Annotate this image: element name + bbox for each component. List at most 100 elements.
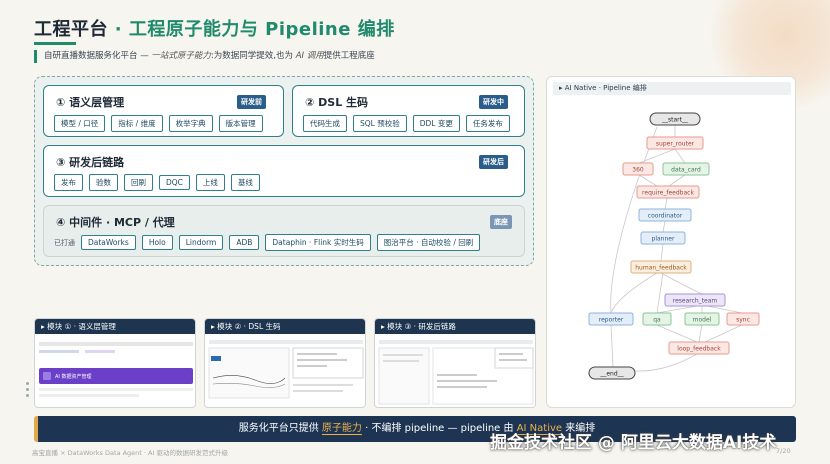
capability-chip[interactable]: 回刷 (124, 174, 153, 191)
thumbnail-title: ▸ 模块 ① · 语义层管理 (35, 319, 195, 334)
module-title: ② DSL 生码 (305, 96, 369, 109)
capability-chip[interactable]: 指标 / 维度 (111, 115, 163, 132)
module-title: ④ 中间件 · MCP / 代理 (56, 216, 175, 229)
edge (656, 272, 664, 314)
chip-list: 模型 / 口径 指标 / 维度 枚举字典 版本管理 (54, 115, 263, 132)
stage-badge: 研发后 (479, 155, 508, 169)
edge (664, 197, 668, 210)
capability-chip[interactable]: 任务发布 (465, 115, 510, 132)
capability-chip[interactable]: SQL 预校验 (353, 115, 407, 132)
svg-text:model: model (693, 317, 712, 324)
node-end[interactable]: __end__ (588, 366, 636, 380)
svg-text:reporter: reporter (599, 317, 624, 324)
thumbnail-post-dev[interactable]: ▸ 模块 ③ · 研发后链路 (374, 318, 536, 408)
dot[interactable] (26, 382, 29, 385)
node-coordinator[interactable]: coordinator (638, 208, 692, 222)
module-post-dev[interactable]: ③ 研发后链路 研发后 发布 验数 回刷 DQC 上线 基线 (43, 145, 525, 197)
pipeline-graph: __start__ super_router 360 data_card req… (588, 112, 760, 380)
capability-chip[interactable]: 代码生成 (303, 115, 347, 132)
page-dots (26, 382, 29, 397)
edge (668, 174, 686, 187)
svg-text:sync: sync (736, 317, 750, 324)
capability-chip[interactable]: Holo (141, 235, 173, 250)
footer-credit: 高宝直播 × DataWorks Data Agent · AI 驱动的数据研发… (32, 449, 228, 457)
node-qa[interactable]: qa (642, 312, 672, 326)
edge (660, 243, 664, 262)
edge (656, 305, 698, 314)
svg-text:coordinator: coordinator (648, 213, 683, 220)
node-planner[interactable]: planner (640, 231, 686, 245)
module-semantic-layer[interactable]: ① 语义层管理 研发前 模型 / 口径 指标 / 维度 枚举字典 版本管理 (43, 85, 284, 137)
node-start[interactable]: __start__ (649, 112, 701, 126)
page-number: 7/20 (776, 447, 791, 455)
capability-chip[interactable]: 模型 / 口径 (54, 115, 106, 132)
capability-chip[interactable]: 图治平台 · 自动校验 / 回刷 (376, 234, 481, 251)
thumbnail-title: ▸ 模块 ③ · 研发后链路 (375, 319, 535, 334)
capability-chip[interactable]: 基线 (230, 174, 260, 191)
capability-chip[interactable]: ADB (229, 235, 260, 250)
thumbnail-banner-text: AI 数据资产管理 (55, 373, 92, 380)
node-research-team[interactable]: research_team (664, 293, 726, 307)
node-360[interactable]: 360 (622, 162, 654, 176)
node-model[interactable]: model (684, 312, 720, 326)
edge (698, 324, 703, 343)
edge (610, 272, 658, 314)
svg-text:__start__: __start__ (661, 117, 689, 124)
edge (610, 324, 614, 368)
title-underline (34, 42, 76, 45)
svg-text:require_feedback: require_feedback (642, 190, 694, 197)
edge (704, 324, 743, 343)
chip-list: 发布 验数 回刷 DQC 上线 基线 (54, 174, 260, 191)
svg-text:qa: qa (653, 317, 661, 324)
capability-chip[interactable]: DataWorks (81, 235, 136, 250)
module-title: ③ 研发后链路 (56, 156, 125, 169)
thumbnail-preview (208, 340, 364, 399)
capability-chip[interactable]: DQC (159, 175, 190, 190)
pipeline-nodes: __start__ super_router 360 data_card req… (588, 112, 760, 380)
thumbnail-preview: AI 数据资产管理 (39, 342, 193, 397)
chip-list: 已打通 DataWorks Holo Lindorm ADB Dataphin … (54, 234, 481, 251)
node-reporter[interactable]: reporter (588, 312, 634, 326)
module-dsl-codegen[interactable]: ② DSL 生码 研发中 代码生成 SQL 预校验 DDL 变更 任务发布 (292, 85, 525, 137)
thumbnail-title: ▸ 模块 ② · DSL 生码 (205, 319, 365, 334)
capability-chip[interactable]: Dataphin · Flink 实时生码 (265, 234, 371, 251)
thumbnail-dsl-codegen[interactable]: ▸ 模块 ② · DSL 生码 (204, 318, 366, 408)
svg-text:loop_feedback: loop_feedback (677, 346, 721, 353)
svg-text:super_router: super_router (656, 141, 695, 148)
connected-label: 已打通 (54, 238, 75, 247)
capability-chip[interactable]: Lindorm (178, 235, 224, 250)
capability-chip[interactable]: 版本管理 (218, 115, 263, 132)
pipeline-panel: ▸ AI Native · Pipeline 编排 __start__ supe… (546, 76, 796, 408)
edge (660, 272, 703, 295)
svg-text:data_card: data_card (671, 167, 701, 174)
chip-list: 代码生成 SQL 预校验 DDL 变更 任务发布 (303, 115, 510, 132)
node-data-card[interactable]: data_card (662, 162, 710, 176)
stage-badge: 底座 (490, 215, 512, 229)
thumbnail-semantic-layer[interactable]: ▸ 模块 ① · 语义层管理 AI 数据资产管理 (34, 318, 196, 408)
stage-badge: 研发中 (479, 95, 508, 109)
dot[interactable] (26, 394, 29, 397)
svg-text:human_feedback: human_feedback (635, 265, 687, 272)
node-super-router[interactable]: super_router (646, 136, 704, 150)
node-human-feedback[interactable]: human_feedback (630, 260, 692, 274)
svg-text:360: 360 (632, 167, 644, 174)
capability-chip[interactable]: 上线 (195, 174, 225, 191)
edge (706, 305, 743, 314)
svg-text:__end__: __end__ (599, 371, 624, 378)
module-title: ① 语义层管理 (56, 96, 125, 109)
node-loop-feedback[interactable]: loop_feedback (668, 341, 730, 355)
svg-text:research_team: research_team (673, 298, 718, 305)
capability-chip[interactable]: 验数 (89, 174, 118, 191)
pipeline-edges (610, 125, 743, 372)
node-require-feedback[interactable]: require_feedback (636, 185, 700, 199)
node-sync[interactable]: sync (726, 312, 760, 326)
capability-chip[interactable]: 发布 (54, 174, 83, 191)
svg-text:planner: planner (652, 236, 675, 243)
module-middleware[interactable]: ④ 中间件 · MCP / 代理 底座 已打通 DataWorks Holo L… (43, 205, 525, 257)
page-title: 工程平台 · 工程原子能力与 Pipeline 编排 (34, 19, 395, 40)
edge (638, 174, 658, 187)
thumbnail-preview (378, 340, 534, 405)
capability-chip[interactable]: 枚举字典 (168, 115, 213, 132)
capability-chip[interactable]: DDL 变更 (412, 115, 460, 132)
dot[interactable] (26, 388, 29, 391)
